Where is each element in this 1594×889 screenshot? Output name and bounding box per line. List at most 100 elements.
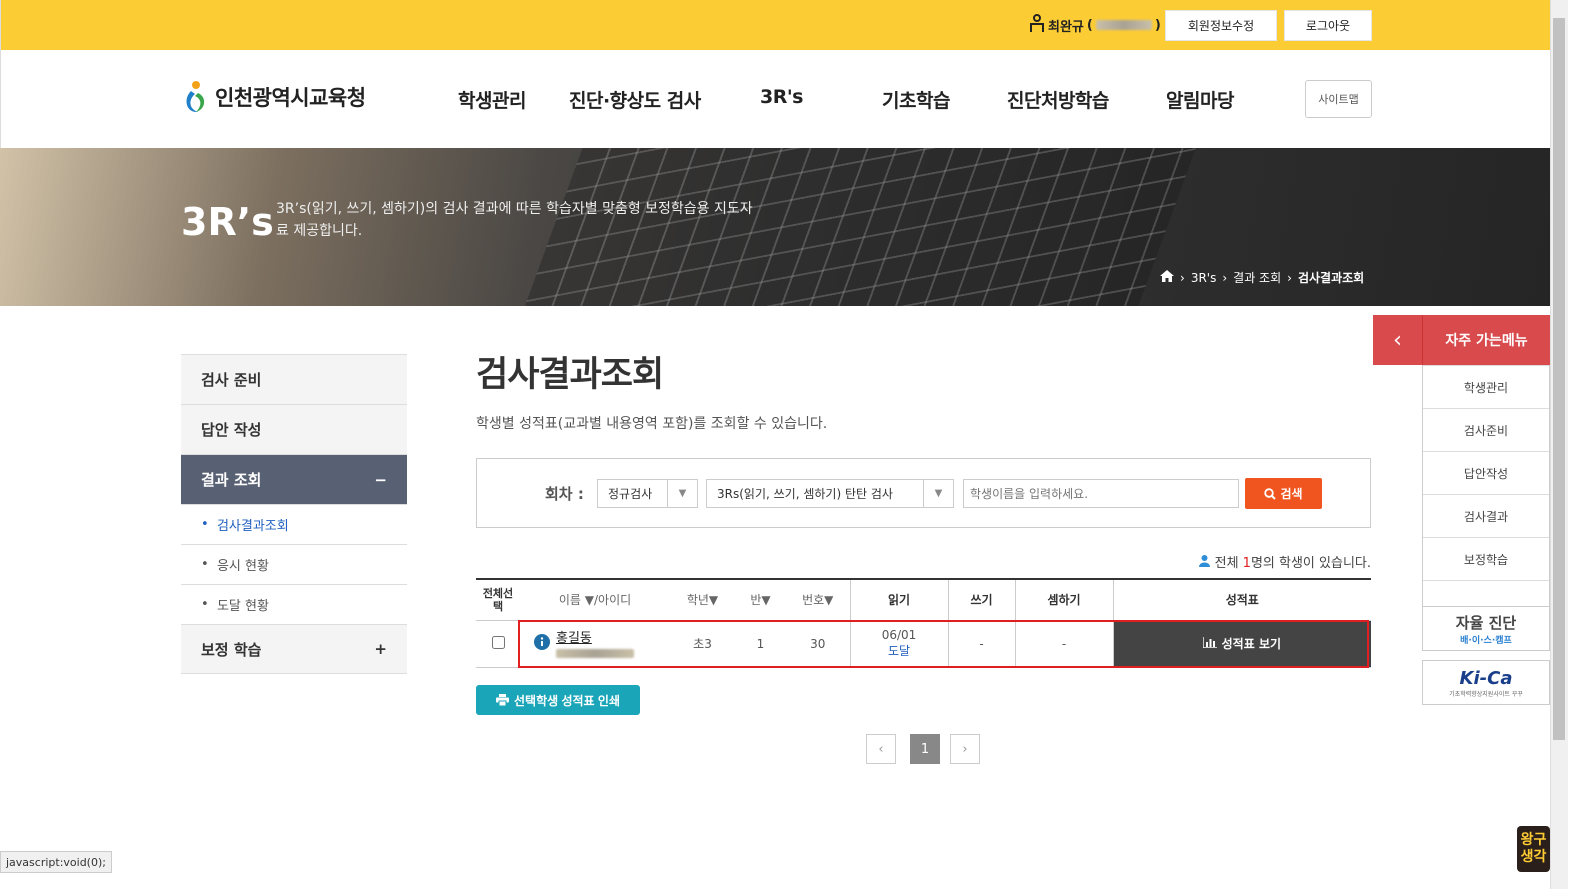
- lnb-answer-entry[interactable]: 답안 작성: [181, 404, 407, 454]
- class-cell: 1: [735, 620, 786, 668]
- collapse-icon: −: [374, 470, 387, 489]
- lnb-sub-achievement[interactable]: • 도달 현황: [181, 584, 407, 624]
- quick-item-answer[interactable]: 답안작성: [1423, 451, 1549, 494]
- chevron-right-icon: ›: [1222, 270, 1228, 285]
- nav-diagnosis-test[interactable]: 진단·향상도 검사: [569, 86, 701, 113]
- logo-text: 인천광역시교육청: [215, 86, 366, 110]
- report-header: 성적표: [1112, 578, 1371, 621]
- class-header[interactable]: 반▼: [735, 578, 786, 621]
- nav-prescription-learning[interactable]: 진단처방학습: [1007, 86, 1109, 113]
- result-table: 전체선택 이름 ▼/아이디 학년▼ 반▼ 번호▼ 읽기 쓰기 셈하기 성적표 홍…: [476, 578, 1371, 668]
- info-icon[interactable]: [534, 634, 550, 653]
- logo-emblem-icon: [186, 81, 205, 113]
- lnb-exam-prep[interactable]: 검사 준비: [181, 354, 407, 404]
- dropdown-arrow-icon: ▼: [667, 480, 697, 507]
- calc-header: 셈하기: [1014, 578, 1113, 621]
- search-button[interactable]: 검색: [1245, 478, 1322, 509]
- logo[interactable]: 인천광역시교육청: [182, 79, 366, 115]
- writing-cell: -: [947, 620, 1015, 668]
- user-icon: [1029, 14, 1045, 36]
- quick-item-prep[interactable]: 검사준비: [1423, 408, 1549, 451]
- breadcrumb-result[interactable]: 결과 조회: [1233, 269, 1281, 286]
- header: 인천광역시교육청 학생관리 진단·향상도 검사 3R's 기초학습 진단처방학습…: [0, 50, 1550, 148]
- page-title: 검사결과조회: [476, 355, 664, 395]
- sort-icon: ▼: [824, 593, 834, 608]
- page-description: 학생별 성적표(교과별 내용영역 포함)를 조회할 수 있습니다.: [476, 416, 828, 432]
- scrollbar-thumb[interactable]: [1553, 18, 1565, 740]
- student-name-input[interactable]: [963, 479, 1239, 508]
- edit-profile-button[interactable]: 회원정보수정: [1165, 10, 1277, 41]
- number-header[interactable]: 번호▼: [786, 578, 850, 621]
- prev-page-button[interactable]: ‹: [866, 734, 896, 764]
- table-row: 홍길동 초3 1 30 06/01 도달 - - 성적표 보기: [476, 620, 1371, 668]
- number-cell: 30: [786, 620, 850, 668]
- nav-basic-learning[interactable]: 기초학습: [882, 86, 950, 113]
- main-content: 검사결과조회 학생별 성적표(교과별 내용영역 포함)를 조회할 수 있습니다.…: [476, 340, 1371, 764]
- lnb-remedial[interactable]: 보정 학습 +: [181, 624, 407, 674]
- corner-watermark-logo: 왕구생각: [1517, 826, 1550, 872]
- lnb-sub-exam-result[interactable]: • 검사결과조회: [181, 504, 407, 544]
- reading-header: 읽기: [849, 578, 948, 621]
- printer-icon: [495, 694, 509, 706]
- select-all-header[interactable]: 전체선택: [476, 578, 520, 621]
- breadcrumb-current: 검사결과조회: [1297, 271, 1365, 285]
- name-header[interactable]: 이름 ▼/아이디: [520, 578, 670, 621]
- print-selected-button[interactable]: 선택학생 성적표 인쇄: [476, 685, 640, 715]
- page-banner: 3R’s 3R’s(읽기, 쓰기, 셈하기)의 검사 결과에 따른 학습자별 맞…: [0, 148, 1550, 306]
- banner-title: 3R’s: [181, 200, 274, 244]
- row-checkbox[interactable]: [491, 635, 505, 649]
- home-icon[interactable]: [1160, 270, 1174, 285]
- sort-icon: ▼: [708, 593, 719, 608]
- dropdown-arrow-icon: ▼: [923, 480, 953, 507]
- status-bar: javascript:void(0);: [0, 851, 112, 873]
- collapse-quick-menu-button[interactable]: ‹: [1373, 315, 1423, 365]
- table-header-row: 전체선택 이름 ▼/아이디 학년▼ 반▼ 번호▼ 읽기 쓰기 셈하기 성적표: [476, 578, 1371, 621]
- page-current[interactable]: 1: [910, 734, 940, 764]
- bar-chart-icon: [1202, 637, 1218, 651]
- reading-status: 도달: [887, 644, 911, 658]
- expand-icon: +: [374, 640, 387, 658]
- search-icon: [1264, 487, 1277, 500]
- user-id-masked: [1095, 20, 1152, 30]
- nav-notice[interactable]: 알림마당: [1166, 86, 1234, 113]
- sort-icon: ▼: [761, 593, 771, 608]
- reading-cell: 06/01 도달: [849, 620, 948, 668]
- top-utility-bar: 최완규() 회원정보수정 로그아웃: [0, 0, 1550, 50]
- user-info: 최완규(): [1029, 14, 1161, 36]
- person-icon: [1199, 555, 1211, 567]
- side-menu: 검사 준비 답안 작성 결과 조회 − • 검사결과조회 • 응시 현황 • 도달…: [181, 354, 407, 674]
- view-report-button[interactable]: 성적표 보기: [1112, 620, 1371, 668]
- logout-button[interactable]: 로그아웃: [1284, 10, 1372, 41]
- chevron-right-icon: ›: [1180, 270, 1185, 285]
- quick-menu: ‹ 자주 가는메뉴 학생관리 검사준비 답안작성 검사결과 보정학습: [1373, 315, 1550, 609]
- grade-header[interactable]: 학년▼: [670, 578, 735, 621]
- quick-item-remedial[interactable]: 보정학습: [1423, 537, 1549, 580]
- search-box: 회차 : 정규검사▼ 3Rs(읽기, 쓰기, 셈하기) 탄탄 검사▼ 검색: [476, 458, 1371, 528]
- exam-name-select[interactable]: 3Rs(읽기, 쓰기, 셈하기) 탄탄 검사 ▼: [706, 479, 954, 508]
- chevron-right-icon: ›: [1287, 270, 1292, 285]
- self-diagnosis-banner[interactable]: 자율 진단 배·이·스·캠프: [1422, 606, 1550, 651]
- banner-description: 3R’s(읽기, 쓰기, 셈하기)의 검사 결과에 따른 학습자별 맞춤형 보정…: [276, 201, 753, 239]
- next-page-button[interactable]: ›: [950, 734, 980, 764]
- student-name[interactable]: 홍길동: [556, 627, 634, 646]
- lnb-result-view[interactable]: 결과 조회 −: [181, 454, 407, 504]
- breadcrumb-3rs[interactable]: 3R's: [1191, 271, 1217, 285]
- breadcrumb: › 3R's › 결과 조회 › 검사결과조회: [1160, 269, 1364, 286]
- lnb-sub-attendance[interactable]: • 응시 현황: [181, 544, 407, 584]
- kica-banner[interactable]: Ki-Ca 기초학력향상지원사이트 꾸꾸: [1422, 660, 1550, 705]
- writing-header: 쓰기: [947, 578, 1015, 621]
- quick-item-result[interactable]: 검사결과: [1423, 494, 1549, 537]
- nav-3rs[interactable]: 3R's: [760, 86, 803, 108]
- student-count: 전체 1명의 학생이 있습니다.: [1199, 552, 1371, 571]
- sitemap-button[interactable]: 사이트맵: [1305, 80, 1372, 118]
- nav-student-management[interactable]: 학생관리: [458, 86, 526, 113]
- calc-cell: -: [1014, 620, 1113, 668]
- grade-cell: 초3: [670, 620, 735, 668]
- quick-menu-title: 자주 가는메뉴: [1423, 315, 1550, 365]
- student-id-masked: [556, 648, 634, 658]
- quick-item-student[interactable]: 학생관리: [1423, 365, 1549, 408]
- exam-type-select[interactable]: 정규검사 ▼: [597, 479, 698, 508]
- user-name: 최완규: [1048, 19, 1084, 35]
- round-label: 회차 :: [545, 485, 584, 503]
- sort-icon: ▼: [584, 593, 594, 608]
